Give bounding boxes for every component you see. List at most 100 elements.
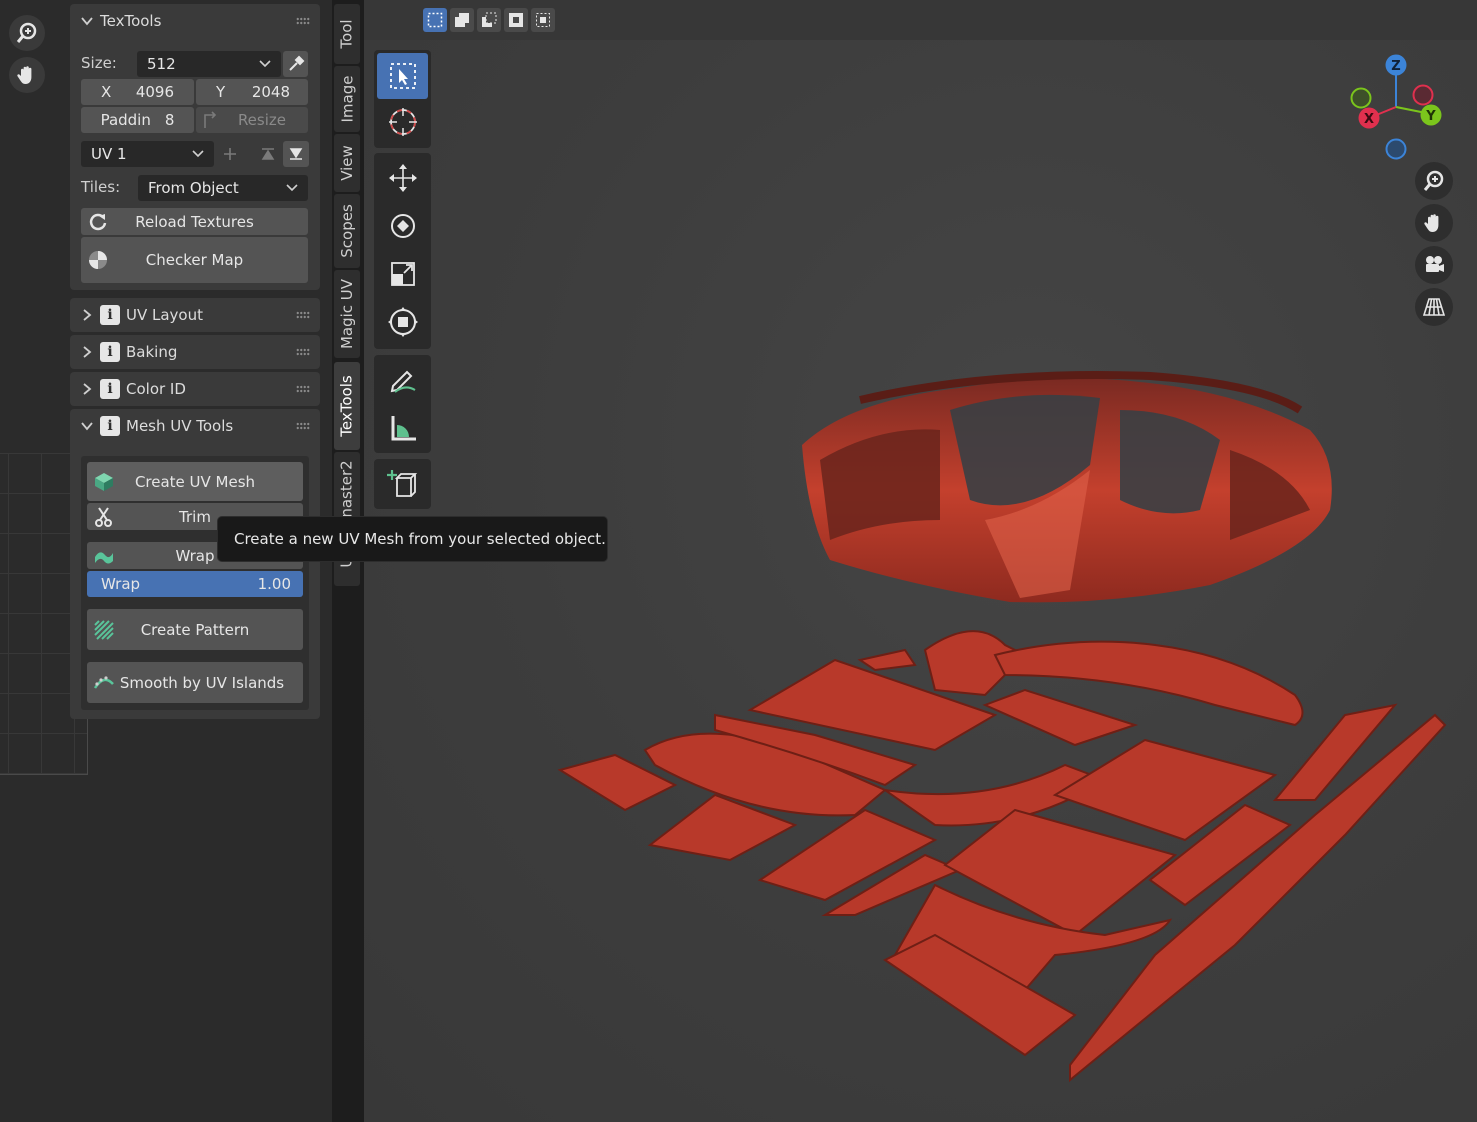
select-box-icon xyxy=(389,63,416,89)
create-pattern-button[interactable]: Create Pattern xyxy=(87,609,303,650)
rotate-tool[interactable] xyxy=(377,203,428,249)
size-value: 512 xyxy=(147,55,176,73)
checker-map-label: Checker Map xyxy=(145,251,244,269)
checker-map-button[interactable]: Checker Map xyxy=(81,237,308,283)
pattern-icon xyxy=(94,619,114,640)
padding-value: 8 xyxy=(164,111,175,129)
x-resolution-field[interactable]: X 4096 xyxy=(81,79,194,105)
panel-title: Mesh UV Tools xyxy=(126,417,234,435)
wrap-slider[interactable]: Wrap 1.00 xyxy=(87,571,303,597)
drag-handle-icon[interactable] xyxy=(296,385,310,393)
select-subtract-icon xyxy=(482,12,497,27)
drag-handle-icon[interactable] xyxy=(296,311,310,319)
uv-mesh-icon xyxy=(95,472,113,491)
select-new-button[interactable] xyxy=(423,8,447,32)
smooth-by-uv-islands-button[interactable]: Smooth by UV Islands xyxy=(87,662,303,703)
move-icon xyxy=(388,164,417,192)
tab-magic-uv[interactable]: Magic UV xyxy=(334,270,360,358)
viewport-zoom-icon[interactable] xyxy=(1415,162,1453,200)
zoom-icon[interactable] xyxy=(9,15,45,51)
size-dropdown[interactable]: 512 xyxy=(137,51,281,77)
tab-image[interactable]: Image xyxy=(334,66,360,132)
uv-channel-dropdown[interactable]: UV 1 xyxy=(81,141,214,167)
select-box-tool[interactable] xyxy=(377,53,428,99)
viewport-hand-pan-icon[interactable] xyxy=(1415,204,1453,242)
y-resolution-field[interactable]: Y 2048 xyxy=(196,79,308,105)
tab-tool[interactable]: Tool xyxy=(334,4,360,64)
baking-panel[interactable]: i Baking xyxy=(70,335,320,369)
y-label: Y xyxy=(216,83,226,101)
annotate-pencil-icon xyxy=(390,370,416,393)
rotate-icon xyxy=(390,214,415,238)
info-icon: i xyxy=(100,416,120,436)
tiles-label: Tiles: xyxy=(81,178,121,196)
drag-handle-icon[interactable] xyxy=(296,422,310,430)
create-pattern-label: Create Pattern xyxy=(140,620,250,639)
select-subtract-button[interactable] xyxy=(477,8,501,32)
cursor-icon xyxy=(388,108,417,136)
create-uv-mesh-label: Create UV Mesh xyxy=(134,472,256,491)
select-intersect-icon xyxy=(536,13,550,27)
smooth-by-uv-islands-label: Smooth by UV Islands xyxy=(119,673,285,692)
checker-map-icon xyxy=(89,251,107,269)
tab-scopes[interactable]: Scopes xyxy=(334,194,360,268)
add-cube-icon xyxy=(386,470,417,497)
cursor-tool[interactable] xyxy=(377,99,428,145)
chevron-down-icon xyxy=(192,150,204,158)
car-body-mesh[interactable] xyxy=(790,370,1350,620)
uv-mesh-pieces[interactable] xyxy=(555,615,1455,1095)
create-uv-mesh-button[interactable]: Create UV Mesh xyxy=(87,462,303,501)
mesh-uv-tools-header[interactable]: i Mesh UV Tools xyxy=(70,409,320,443)
tab-view[interactable]: View xyxy=(334,134,360,192)
reload-textures-button[interactable]: Reload Textures xyxy=(81,208,308,235)
padding-field[interactable]: Paddin 8 xyxy=(81,107,194,133)
textools-header[interactable]: TexTools xyxy=(70,4,320,38)
resize-button[interactable]: Resize xyxy=(196,107,308,133)
axis-gizmo[interactable]: Z X Y xyxy=(1346,52,1446,162)
camera-view-icon[interactable] xyxy=(1415,246,1453,284)
chevron-right-icon xyxy=(83,346,92,358)
select-invert-button[interactable] xyxy=(504,8,528,32)
panel-title: Color ID xyxy=(126,380,186,398)
transform-tool[interactable] xyxy=(377,299,428,345)
size-label: Size: xyxy=(81,54,117,72)
resize-icon xyxy=(204,111,217,128)
tab-textools[interactable]: TexTools xyxy=(334,362,360,450)
info-icon: i xyxy=(100,342,120,362)
add-uv-button[interactable] xyxy=(217,141,242,167)
measure-tool[interactable] xyxy=(377,405,428,451)
tooltip: Create a new UV Mesh from your selected … xyxy=(217,516,608,562)
panel-title: TexTools xyxy=(100,12,162,30)
tiles-dropdown[interactable]: From Object xyxy=(138,175,308,201)
perspective-grid-icon[interactable] xyxy=(1415,288,1453,326)
select-extend-button[interactable] xyxy=(450,8,474,32)
scissors-icon xyxy=(95,506,112,527)
padding-label: Paddin xyxy=(100,111,151,129)
move-uv-up-button[interactable] xyxy=(255,141,281,167)
add-cube-tool[interactable] xyxy=(377,461,428,507)
tab-naster2[interactable]: naster2 xyxy=(334,452,360,526)
select-extend-icon xyxy=(455,13,469,27)
panel-title: UV Layout xyxy=(126,306,203,324)
move-top-icon xyxy=(261,148,275,160)
select-intersect-button[interactable] xyxy=(531,8,555,32)
wrap-button-label: Wrap xyxy=(175,546,215,565)
eyedropper-button[interactable] xyxy=(283,51,308,77)
annotate-tool[interactable] xyxy=(377,357,428,403)
move-uv-down-button[interactable] xyxy=(283,141,309,167)
x-value: 4096 xyxy=(135,83,174,101)
x-label: X xyxy=(101,83,112,101)
color-id-panel[interactable]: i Color ID xyxy=(70,372,320,406)
move-tool[interactable] xyxy=(377,155,428,201)
uv-layout-panel[interactable]: i UV Layout xyxy=(70,298,320,332)
wrap-slider-value: 1.00 xyxy=(257,575,291,593)
hand-pan-icon[interactable] xyxy=(9,57,45,93)
reload-icon xyxy=(89,213,107,230)
panel-title: Baking xyxy=(126,343,178,361)
drag-handle-icon[interactable] xyxy=(296,17,310,25)
transform-icon xyxy=(387,307,418,337)
scale-tool[interactable] xyxy=(377,251,428,297)
chevron-down-icon xyxy=(286,184,298,192)
drag-handle-icon[interactable] xyxy=(296,348,310,356)
toolbar-group-annotate xyxy=(374,355,431,453)
